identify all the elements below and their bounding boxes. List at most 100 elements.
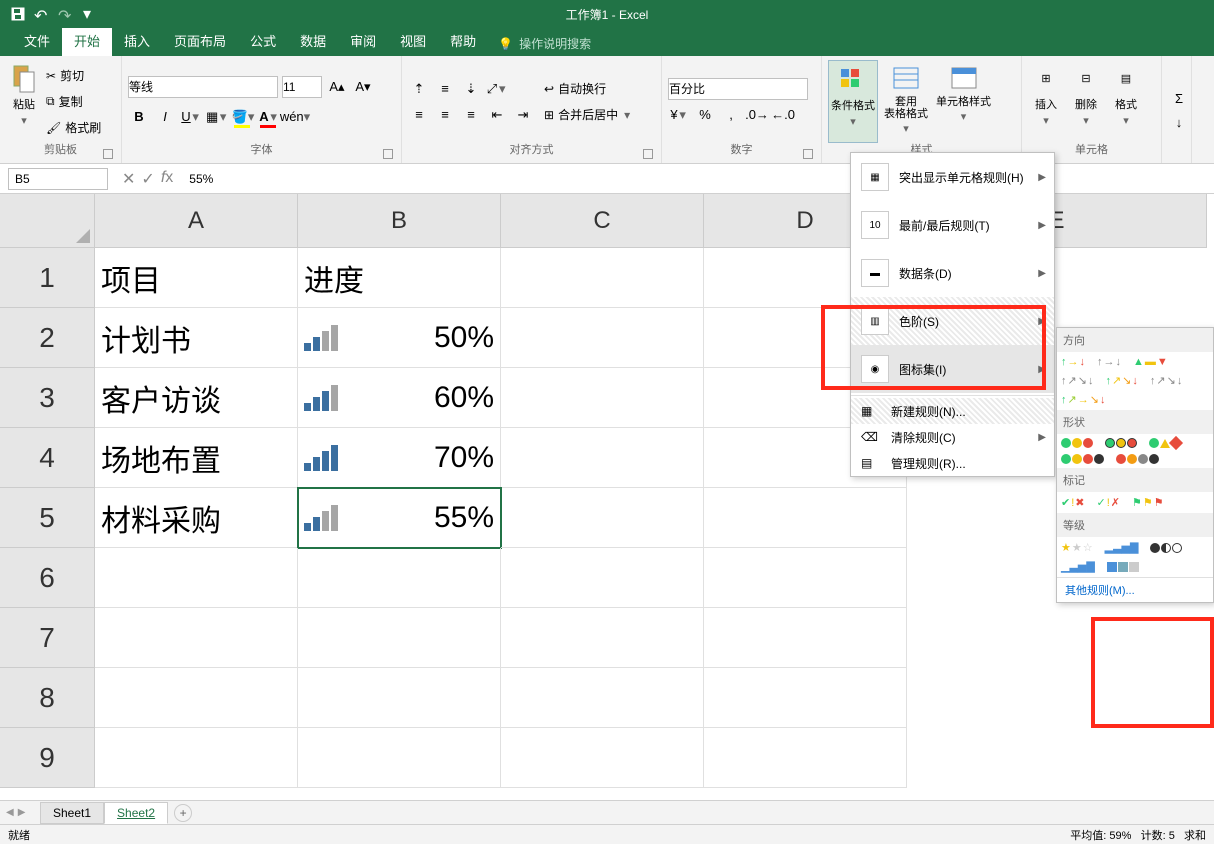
autosum-icon[interactable]: Σ xyxy=(1168,88,1190,110)
cell-a2[interactable]: 计划书 xyxy=(95,308,298,368)
iconset-signs-3[interactable] xyxy=(1149,438,1181,448)
cell[interactable] xyxy=(95,728,298,788)
fx-icon[interactable]: fx xyxy=(161,169,173,189)
cf-manage-rules[interactable]: ▤管理规则(R)... xyxy=(851,450,1054,476)
iconset-traffic-4[interactable] xyxy=(1061,454,1104,464)
cf-data-bars[interactable]: ▬ 数据条(D) ▶ xyxy=(851,249,1054,297)
iconset-bars-5[interactable]: ▁▃▅▇ xyxy=(1061,560,1095,573)
decrease-decimal-icon[interactable]: ←.0 xyxy=(772,104,794,126)
cell-b5[interactable]: 55% xyxy=(298,488,501,548)
iconset-redblack[interactable] xyxy=(1116,454,1159,464)
iconset-arrows-3gray[interactable]: ↑→↓ xyxy=(1097,356,1121,368)
undo-icon[interactable]: ↶ xyxy=(34,6,50,22)
font-color-button[interactable]: A▾ xyxy=(258,106,280,128)
align-center-icon[interactable]: ≡ xyxy=(434,104,456,126)
cell-c4[interactable] xyxy=(501,428,704,488)
cell[interactable] xyxy=(501,608,704,668)
number-launcher[interactable] xyxy=(803,149,813,159)
cell[interactable] xyxy=(298,728,501,788)
row-header[interactable]: 7 xyxy=(0,608,95,668)
cell-b4[interactable]: 70% xyxy=(298,428,501,488)
merge-button[interactable]: ⊞合并后居中▾ xyxy=(544,103,632,127)
row-header[interactable]: 2 xyxy=(0,308,95,368)
comma-icon[interactable]: , xyxy=(720,104,742,126)
font-name-input[interactable] xyxy=(128,76,278,98)
iconset-arrows-4color[interactable]: ↑↗↘↓ xyxy=(1105,374,1137,387)
phonetic-button[interactable]: wén▾ xyxy=(284,106,306,128)
confirm-icon[interactable]: ✓ xyxy=(141,169,154,189)
cell-a3[interactable]: 客户访谈 xyxy=(95,368,298,428)
tab-file[interactable]: 文件 xyxy=(12,25,62,56)
cf-new-rule[interactable]: ▦新建规则(N)... xyxy=(851,398,1054,424)
cancel-icon[interactable]: ✕ xyxy=(122,169,135,189)
copy-button[interactable]: ⧉复制 xyxy=(46,90,101,114)
iconset-traffic-rimmed[interactable] xyxy=(1105,438,1137,448)
wrap-text-button[interactable]: ↩自动换行 xyxy=(544,77,632,101)
row-header[interactable]: 1 xyxy=(0,248,95,308)
cell-c3[interactable] xyxy=(501,368,704,428)
italic-button[interactable]: I xyxy=(154,106,176,128)
font-launcher[interactable] xyxy=(383,149,393,159)
conditional-format-button[interactable]: 条件格式▾ xyxy=(828,60,878,143)
iconset-arrows-4mixed[interactable]: ↑↗↘↓ xyxy=(1150,374,1182,387)
cell-a1[interactable]: 项目 xyxy=(95,248,298,308)
cell-c1[interactable] xyxy=(501,248,704,308)
tab-home[interactable]: 开始 xyxy=(62,25,112,56)
align-launcher[interactable] xyxy=(643,149,653,159)
row-header[interactable]: 5 xyxy=(0,488,95,548)
iconset-arrows-3color[interactable]: ↑→↓ xyxy=(1061,356,1085,368)
cf-icon-sets[interactable]: ◉ 图标集(I) ▶ xyxy=(851,345,1054,393)
cell-c5[interactable] xyxy=(501,488,704,548)
cell-b3[interactable]: 60% xyxy=(298,368,501,428)
sheet-tab[interactable]: Sheet1 xyxy=(40,802,104,824)
cell[interactable] xyxy=(501,668,704,728)
cell[interactable] xyxy=(704,728,907,788)
iconset-triangles-3[interactable]: ▲▬▼ xyxy=(1133,356,1168,368)
cf-clear-rules[interactable]: ⌫清除规则(C)▶ xyxy=(851,424,1054,450)
cell[interactable] xyxy=(704,548,907,608)
cell-d5[interactable] xyxy=(704,488,907,548)
row-header[interactable]: 9 xyxy=(0,728,95,788)
delete-cells-button[interactable]: ⊟删除▾ xyxy=(1068,60,1104,143)
format-table-button[interactable]: 套用 表格格式▾ xyxy=(882,60,930,143)
insert-cells-button[interactable]: ⊞插入▾ xyxy=(1028,60,1064,143)
decrease-font-icon[interactable]: A▾ xyxy=(352,76,374,98)
iconset-arrows-4gray[interactable]: ↑↗↘↓ xyxy=(1061,374,1093,387)
cell[interactable] xyxy=(95,548,298,608)
iconset-stars[interactable]: ★★☆ xyxy=(1061,541,1093,554)
tab-help[interactable]: 帮助 xyxy=(438,25,488,56)
tell-me-search[interactable]: 💡 操作说明搜索 xyxy=(498,35,591,56)
select-all-button[interactable] xyxy=(0,194,95,248)
redo-icon[interactable]: ↷ xyxy=(58,6,74,22)
bold-button[interactable]: B xyxy=(128,106,150,128)
tab-view[interactable]: 视图 xyxy=(388,25,438,56)
increase-font-icon[interactable]: A▴ xyxy=(326,76,348,98)
cell[interactable] xyxy=(704,668,907,728)
cf-highlight-rules[interactable]: ▦ 突出显示单元格规则(H) ▶ xyxy=(851,153,1054,201)
cell[interactable] xyxy=(95,668,298,728)
formula-input[interactable]: 55% xyxy=(179,172,1214,186)
format-painter-button[interactable]: 🖌格式刷 xyxy=(46,116,101,140)
col-header-a[interactable]: A xyxy=(95,194,298,248)
tab-data[interactable]: 数据 xyxy=(288,25,338,56)
cell[interactable] xyxy=(501,548,704,608)
iconset-boxes[interactable] xyxy=(1107,560,1139,573)
iconset-symbols[interactable]: ✓!✗ xyxy=(1097,496,1121,509)
cf-color-scales[interactable]: ▥ 色阶(S) ▶ xyxy=(851,297,1054,345)
decrease-indent-icon[interactable]: ⇤ xyxy=(486,104,508,126)
cell[interactable] xyxy=(95,608,298,668)
add-sheet-button[interactable]: + xyxy=(174,804,192,822)
iconset-arrows-5color[interactable]: ↑↗→↘↓ xyxy=(1061,393,1105,406)
iconset-flags[interactable]: ⚑⚑⚑ xyxy=(1132,496,1164,509)
cell-b2[interactable]: 50% xyxy=(298,308,501,368)
row-header[interactable]: 3 xyxy=(0,368,95,428)
tab-insert[interactable]: 插入 xyxy=(112,25,162,56)
align-top-icon[interactable]: ⇡ xyxy=(408,78,430,100)
cut-button[interactable]: ✂剪切 xyxy=(46,64,101,88)
sheet-next-icon[interactable]: ▶ xyxy=(18,807,26,818)
cell[interactable] xyxy=(298,548,501,608)
sheet-prev-icon[interactable]: ◀ xyxy=(6,807,14,818)
font-size-input[interactable] xyxy=(282,76,322,98)
col-header-b[interactable]: B xyxy=(298,194,501,248)
tab-review[interactable]: 审阅 xyxy=(338,25,388,56)
